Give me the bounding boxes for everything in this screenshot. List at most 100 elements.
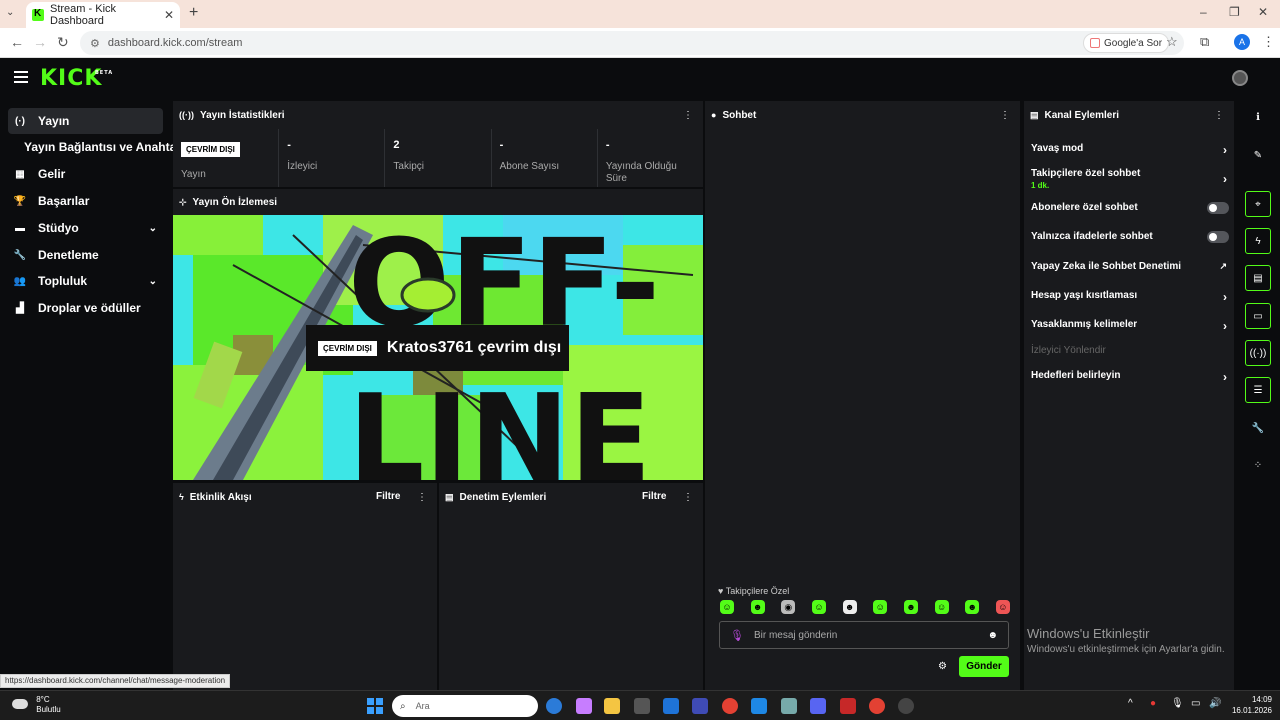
site-info-icon[interactable]: ⚙: [90, 37, 100, 50]
stream-preview[interactable]: OFF- LINE ÇEVRİM DIŞI Kratos3761 çevrim …: [173, 215, 703, 480]
document-icon[interactable]: ▤: [1245, 265, 1271, 291]
chrome-icon[interactable]: [722, 698, 738, 714]
sidebar-item-studyo[interactable]: ▬ Stüdyo ⌄: [8, 215, 163, 241]
info-icon[interactable]: ℹ: [1245, 104, 1271, 130]
chat-settings-icon[interactable]: ⚙: [938, 661, 947, 672]
broadcast-icon: ((·)): [179, 110, 194, 120]
volume-icon[interactable]: 🔊: [1209, 698, 1221, 709]
windows-start-icon[interactable]: [367, 698, 383, 714]
close-window-icon[interactable]: ✕: [1258, 5, 1268, 19]
emote-only-toggle[interactable]: [1207, 231, 1229, 243]
close-tab-icon[interactable]: ✕: [164, 8, 174, 22]
stat-viewers: - İzleyici: [279, 129, 386, 187]
more-options-icon[interactable]: ⋮: [683, 110, 693, 121]
microphone-icon[interactable]: 🎙: [730, 629, 744, 642]
user-avatar[interactable]: [1232, 70, 1248, 86]
more-options-icon[interactable]: ⋮: [1000, 110, 1010, 121]
weather-widget[interactable]: 8°C Bulutlu: [12, 695, 61, 715]
apps-icon[interactable]: ⁘: [1245, 452, 1271, 478]
focus-icon[interactable]: ⌖: [1245, 191, 1271, 217]
emote-icon[interactable]: ☺: [811, 600, 826, 614]
extensions-icon[interactable]: ⧉: [1200, 34, 1209, 50]
chat-message-input[interactable]: 🎙 Bir mesaj gönderin ☻: [719, 621, 1009, 649]
send-button[interactable]: Gönder: [959, 656, 1009, 677]
network-icon[interactable]: ▭: [1191, 698, 1200, 709]
clock-date: 16.01.2026: [1231, 706, 1272, 715]
actions-icon[interactable]: ☰: [1245, 377, 1271, 403]
sidebar-item-denetleme[interactable]: 🔧 Denetleme: [8, 242, 163, 268]
emote-icon[interactable]: ☺: [873, 600, 888, 614]
forward-icon[interactable]: →: [33, 34, 47, 50]
teams-icon[interactable]: [692, 698, 708, 714]
menu-icon[interactable]: [14, 71, 28, 83]
address-bar[interactable]: ⚙ dashboard.kick.com/stream: [80, 31, 1184, 55]
profile-avatar[interactable]: A: [1234, 34, 1250, 50]
action-ai-moderation[interactable]: Yapay Zeka ile Sohbet Denetimi ↗: [1031, 261, 1231, 272]
sidebar-subitem-stream-key[interactable]: Yayın Bağlantısı ve Anahtarı: [24, 140, 184, 154]
google-ask-chip[interactable]: Google'a Sor: [1083, 33, 1170, 53]
browser-tab[interactable]: Stream - Kick Dashboard ✕: [26, 2, 180, 28]
outlook-icon[interactable]: [663, 698, 679, 714]
emote-icon[interactable]: ☻: [965, 600, 980, 614]
file-explorer-icon[interactable]: [604, 698, 620, 714]
emoji-icon[interactable]: ☻: [987, 630, 998, 641]
emote-icon[interactable]: ◉: [781, 600, 796, 614]
more-options-icon[interactable]: ⋮: [1214, 110, 1224, 121]
broadcast-icon[interactable]: ((·)): [1245, 340, 1271, 366]
emote-icon[interactable]: ☺: [720, 600, 734, 614]
sidebar-item-label: Gelir: [38, 167, 66, 181]
reload-icon[interactable]: ↻: [57, 34, 69, 51]
back-icon[interactable]: ←: [10, 34, 24, 50]
browser-menu-icon[interactable]: ⋮: [1262, 34, 1275, 50]
tray-chevron-icon[interactable]: ^: [1128, 698, 1133, 709]
stat-label: Abone Sayısı: [499, 161, 560, 172]
sidebar-item-gelir[interactable]: ▦ Gelir: [8, 161, 163, 187]
more-options-icon[interactable]: ⋮: [417, 492, 427, 503]
tray-app-icon[interactable]: ●: [1150, 698, 1156, 709]
action-subscribers-only: Abonelere özel sohbet: [1031, 202, 1231, 214]
emote-icon[interactable]: ☺: [995, 600, 1010, 614]
channel-actions-header: ▤ Kanal Eylemleri: [1024, 101, 1234, 129]
browser-toolbar: ← → ↻ ⚙ dashboard.kick.com/stream Google…: [0, 28, 1280, 58]
tab-search-icon[interactable]: ⌄: [6, 7, 14, 18]
kick-logo[interactable]: KICK BETA: [40, 66, 112, 91]
copilot-icon[interactable]: [576, 698, 592, 714]
emote-icon[interactable]: ☻: [903, 600, 918, 614]
lightning-icon[interactable]: ϟ: [1245, 228, 1271, 254]
app-icon[interactable]: [751, 698, 767, 714]
obs-icon[interactable]: [898, 698, 914, 714]
action-account-age[interactable]: Hesap yaşı kısıtlaması ›: [1031, 290, 1231, 304]
subscribers-only-toggle[interactable]: [1207, 202, 1229, 214]
emote-icon[interactable]: ☺: [934, 600, 949, 614]
action-set-goals[interactable]: Hedefleri belirleyin ›: [1031, 370, 1231, 384]
restore-icon[interactable]: ❐: [1229, 5, 1240, 19]
emote-icon[interactable]: ☻: [750, 600, 765, 614]
sidebar-item-basarilar[interactable]: 🏆 Başarılar: [8, 188, 163, 214]
action-label: Yasaklanmış kelimeler: [1031, 319, 1138, 330]
new-tab-icon[interactable]: +: [189, 4, 198, 22]
moderation-filter-button[interactable]: Filtre: [642, 491, 666, 502]
taskbar-search[interactable]: ⌕ Ara: [392, 695, 538, 717]
discord-icon[interactable]: [810, 698, 826, 714]
chrome-active-icon[interactable]: [869, 698, 885, 714]
edit-icon[interactable]: ✎: [1245, 142, 1271, 168]
activity-filter-button[interactable]: Filtre: [376, 491, 400, 502]
more-options-icon[interactable]: ⋮: [683, 492, 693, 503]
action-banned-words[interactable]: Yasaklanmış kelimeler ›: [1031, 319, 1231, 333]
minimize-icon[interactable]: –: [1200, 5, 1207, 19]
taskbar-clock[interactable]: 14:09 16.01.2026: [1228, 694, 1272, 716]
sidebar-item-droplar[interactable]: ▟ Droplar ve ödüller: [8, 295, 163, 321]
wrench-icon[interactable]: 🔧: [1245, 415, 1271, 441]
pocket-icon[interactable]: [840, 698, 856, 714]
action-slow-mode[interactable]: Yavaş mod ›: [1031, 143, 1231, 157]
action-followers-only[interactable]: Takipçilere özel sohbet 1 dk. ›: [1031, 168, 1231, 190]
vpn-icon[interactable]: [781, 698, 797, 714]
microphone-tray-icon[interactable]: 🎙: [1171, 698, 1184, 709]
emote-icon[interactable]: ☻: [842, 600, 857, 614]
chat-icon[interactable]: ▭: [1245, 303, 1271, 329]
edge-icon[interactable]: [546, 698, 562, 714]
store-icon[interactable]: [634, 698, 650, 714]
sidebar-item-yayin[interactable]: (·) Yayın: [8, 108, 163, 134]
bookmark-star-icon[interactable]: ☆: [1166, 34, 1178, 50]
sidebar-item-topluluk[interactable]: 👥 Topluluk ⌄: [8, 268, 163, 294]
